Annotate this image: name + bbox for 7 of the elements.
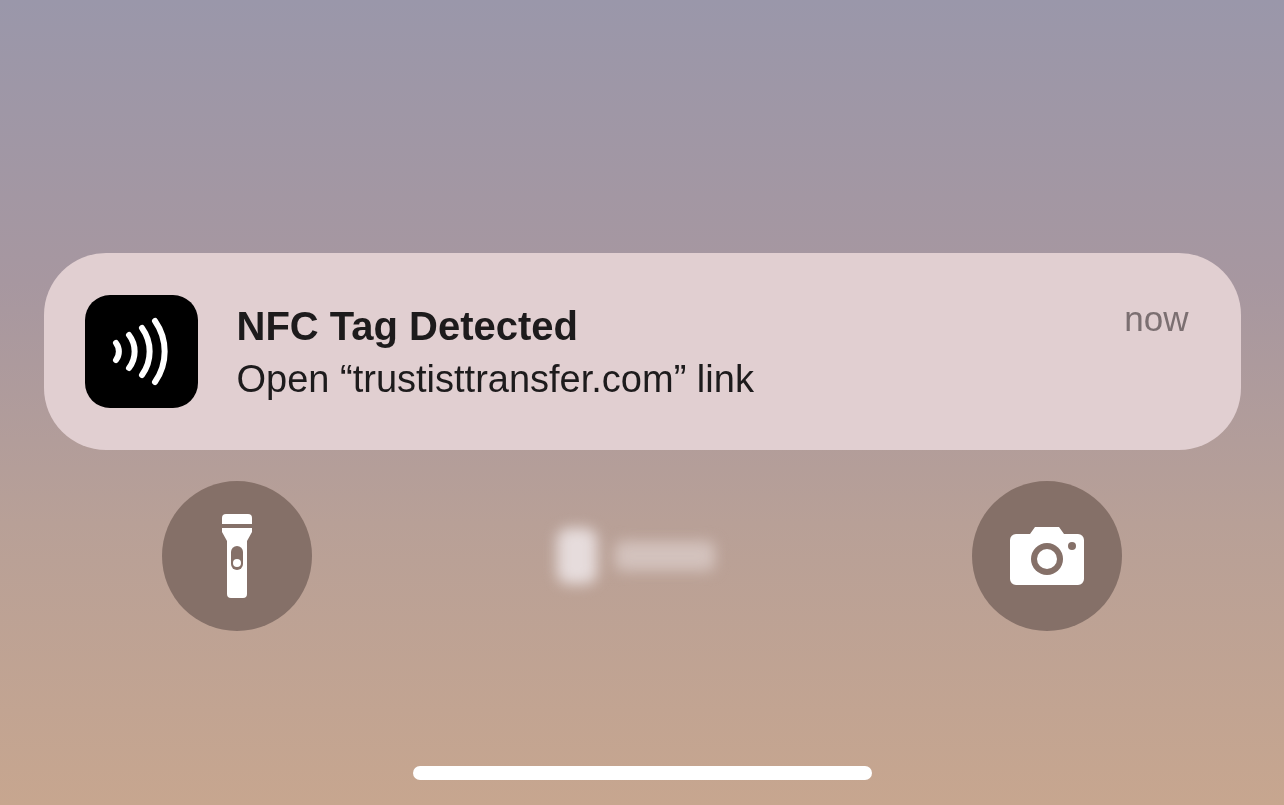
- camera-icon: [1010, 527, 1084, 585]
- notification-card[interactable]: NFC Tag Detected Open “trustisttransfer.com” link now: [43, 253, 1241, 450]
- notification-time: now: [1124, 299, 1189, 339]
- flashlight-icon: [222, 514, 252, 598]
- nfc-app-icon: [84, 295, 198, 408]
- notification-title: NFC Tag Detected: [236, 302, 580, 350]
- notification-message: Open “trustisttransfer.com” link: [236, 356, 755, 402]
